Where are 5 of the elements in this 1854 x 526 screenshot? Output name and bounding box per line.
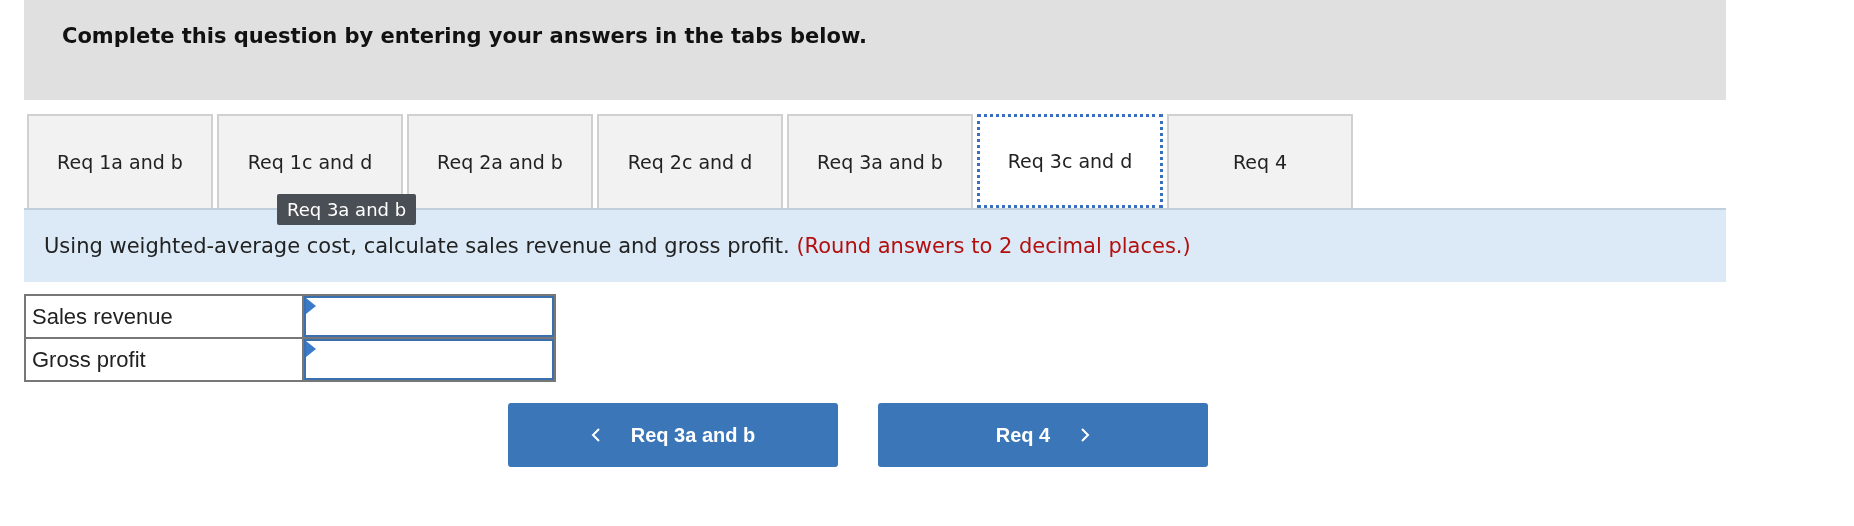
- tooltip: Req 3a and b: [277, 194, 417, 225]
- table-cell: Sales revenue: [25, 295, 303, 338]
- instructions-heading: Complete this question by entering your answers in the tabs below.: [62, 24, 868, 48]
- table-cell: Gross profit: [25, 338, 303, 381]
- instruction-text: Using weighted-average cost, calculate sales revenue and gross profit. (Round answers to 2 decimal places.): [44, 234, 1191, 258]
